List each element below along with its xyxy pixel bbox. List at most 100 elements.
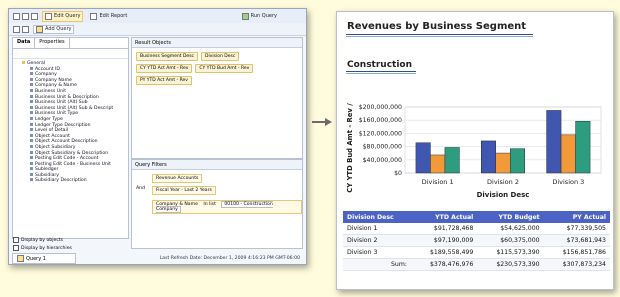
cell: $54,625,000	[477, 223, 544, 235]
revenue-table: Division Desc YTD Actual YTD Budget PY A…	[343, 211, 610, 271]
title-rule-secondary	[346, 36, 533, 37]
bar	[481, 140, 496, 174]
cell: $189,558,499	[410, 246, 478, 259]
result-object-chip[interactable]: PY YTD Act Amt - Rev	[136, 76, 192, 85]
bar	[510, 148, 525, 174]
cell: $156,851,786	[543, 246, 610, 259]
object-icon	[30, 66, 33, 70]
report-view: Revenues by Business Segment Constructio…	[336, 11, 614, 290]
edit-report-label: Edit Report	[99, 13, 128, 19]
revenue-bar-chart: $0 $40,000,000 $80,000,000 $120,000,000 $160…	[346, 103, 602, 199]
cell: Division 2	[343, 234, 411, 247]
add-query-button[interactable]: Add Query	[33, 24, 75, 34]
table-row: Division 1 $91,728,468 $54,625,000 $77,3…	[343, 223, 610, 235]
section-rule-secondary	[346, 73, 416, 74]
data-tabs: Data Properties	[13, 38, 128, 49]
object-icon	[30, 94, 33, 98]
secondary-toolbar: Add Query	[9, 23, 306, 36]
header-division: Division Desc	[343, 211, 411, 223]
sum-py-actual: $307,873,234	[543, 258, 610, 271]
checkbox[interactable]	[13, 237, 19, 243]
result-object-chip[interactable]: CY YTD Act Amt - Rev	[136, 64, 193, 73]
y-tick-label: $200,000,000	[359, 104, 402, 111]
object-icon	[30, 144, 33, 148]
run-query-button[interactable]: Run Query	[239, 11, 280, 22]
section-rule	[346, 71, 416, 72]
status-bar: Last Refresh Date: December 1, 2009 4:16…	[9, 253, 306, 264]
object-icon	[30, 77, 33, 81]
back-icon[interactable]	[13, 25, 20, 33]
report-section-title: Construction	[347, 60, 413, 70]
object-tree[interactable]: General Account ID Company Company Name Comp…	[13, 59, 128, 184]
filter-revenue-accounts[interactable]: Revenue Accounts	[152, 174, 203, 183]
open-icon[interactable]	[22, 12, 29, 20]
checkbox[interactable]	[13, 245, 19, 251]
display-objects-label: Display by objects	[21, 237, 64, 243]
edit-report-button[interactable]: Edit Report	[87, 11, 130, 22]
new-icon[interactable]	[13, 12, 20, 20]
tree-item-label: Company & Name	[35, 83, 77, 89]
filter-fiscal-year[interactable]: Fiscal Year - Last 2 Years	[152, 186, 216, 195]
tree-item-label: Company	[35, 72, 57, 78]
object-icon	[30, 139, 33, 143]
bar	[415, 142, 431, 174]
last-refresh-text: Last Refresh Date: December 1, 2009 4:16…	[159, 256, 300, 261]
tree-item-label: Subsidiary Description	[35, 178, 87, 184]
result-objects-pane: Result Objects Business Segment Desc Divi…	[131, 37, 303, 159]
add-query-icon	[36, 25, 43, 33]
query-filters-pane: Query Filters Revenue Accounts And Fisca…	[131, 159, 303, 249]
tab-data[interactable]: Data	[13, 38, 36, 48]
object-icon	[30, 161, 33, 165]
tree-item-label: Business Unit Type	[35, 111, 79, 117]
x-tick-label: Division 3	[552, 178, 584, 186]
y-axis-label: CY YTD Bud Amt - Rev /	[346, 103, 354, 193]
object-icon	[30, 172, 33, 176]
cell: $97,190,009	[410, 234, 478, 247]
y-tick-label: $120,000,000	[359, 130, 402, 137]
query-editor-window: Edit Query Edit Report Run Query Add Que…	[8, 8, 307, 265]
tree-item-label: Business Unit (Alt) Sub & Descript	[35, 105, 114, 111]
result-object-chip[interactable]: Division Desc	[201, 52, 240, 61]
tree-item-label: Subledger	[35, 167, 59, 173]
bar	[575, 120, 591, 174]
bar	[495, 152, 511, 174]
table-sum-row: Sum: $378,476,976 $230,573,390 $307,873,…	[343, 258, 610, 271]
object-icon	[30, 128, 33, 132]
display-objects-option[interactable]: Display by objects	[13, 237, 63, 243]
x-axis-label: Division Desc	[477, 191, 530, 199]
object-icon	[30, 88, 33, 92]
tree-item-label: Level of Detail	[35, 128, 69, 134]
edit-query-label: Edit Query	[54, 13, 81, 19]
tab-properties[interactable]: Properties	[35, 38, 70, 48]
cell: $73,681,943	[543, 234, 610, 247]
and-operator[interactable]: And	[136, 186, 145, 191]
y-tick-label: $40,000,000	[363, 157, 402, 164]
edit-query-button[interactable]: Edit Query	[42, 10, 84, 22]
add-query-label: Add Query	[45, 26, 72, 32]
report-title: Revenues by Business Segment	[347, 21, 527, 32]
tree-item[interactable]: Subsidiary Description	[16, 178, 126, 184]
tree-item-label: Object Account	[35, 133, 70, 139]
display-hierarchies-option[interactable]: Display by hierarchies	[13, 245, 72, 251]
cell: $91,728,468	[410, 223, 478, 235]
tree-item-label: Business Unit & Description	[35, 94, 99, 100]
right-arrow-icon	[312, 118, 332, 126]
result-object-chip[interactable]: Business Segment Desc	[136, 52, 199, 61]
run-query-label: Run Query	[250, 13, 277, 19]
object-icon	[30, 111, 33, 115]
sum-label: Sum:	[343, 258, 411, 271]
tree-item-label: Business Unit (Alt) Sub	[35, 100, 88, 106]
header-py-actual: PY Actual	[543, 211, 610, 223]
save-icon[interactable]	[31, 12, 38, 20]
x-tick-label: Division 1	[422, 178, 454, 186]
object-icon	[30, 122, 33, 126]
tree-item-label: Object Subsidiary & Description	[35, 150, 109, 156]
forward-icon[interactable]	[22, 25, 29, 33]
filter-company[interactable]: Company & Name In list 00100 - Construct…	[152, 200, 302, 214]
result-object-chip[interactable]: CY YTD Bud Amt - Rev	[195, 64, 254, 73]
cell: Division 3	[343, 246, 411, 259]
sum-ytd-actual: $378,476,976	[410, 258, 478, 271]
title-rule	[346, 34, 533, 35]
object-icon	[30, 72, 33, 76]
bar	[546, 110, 562, 174]
